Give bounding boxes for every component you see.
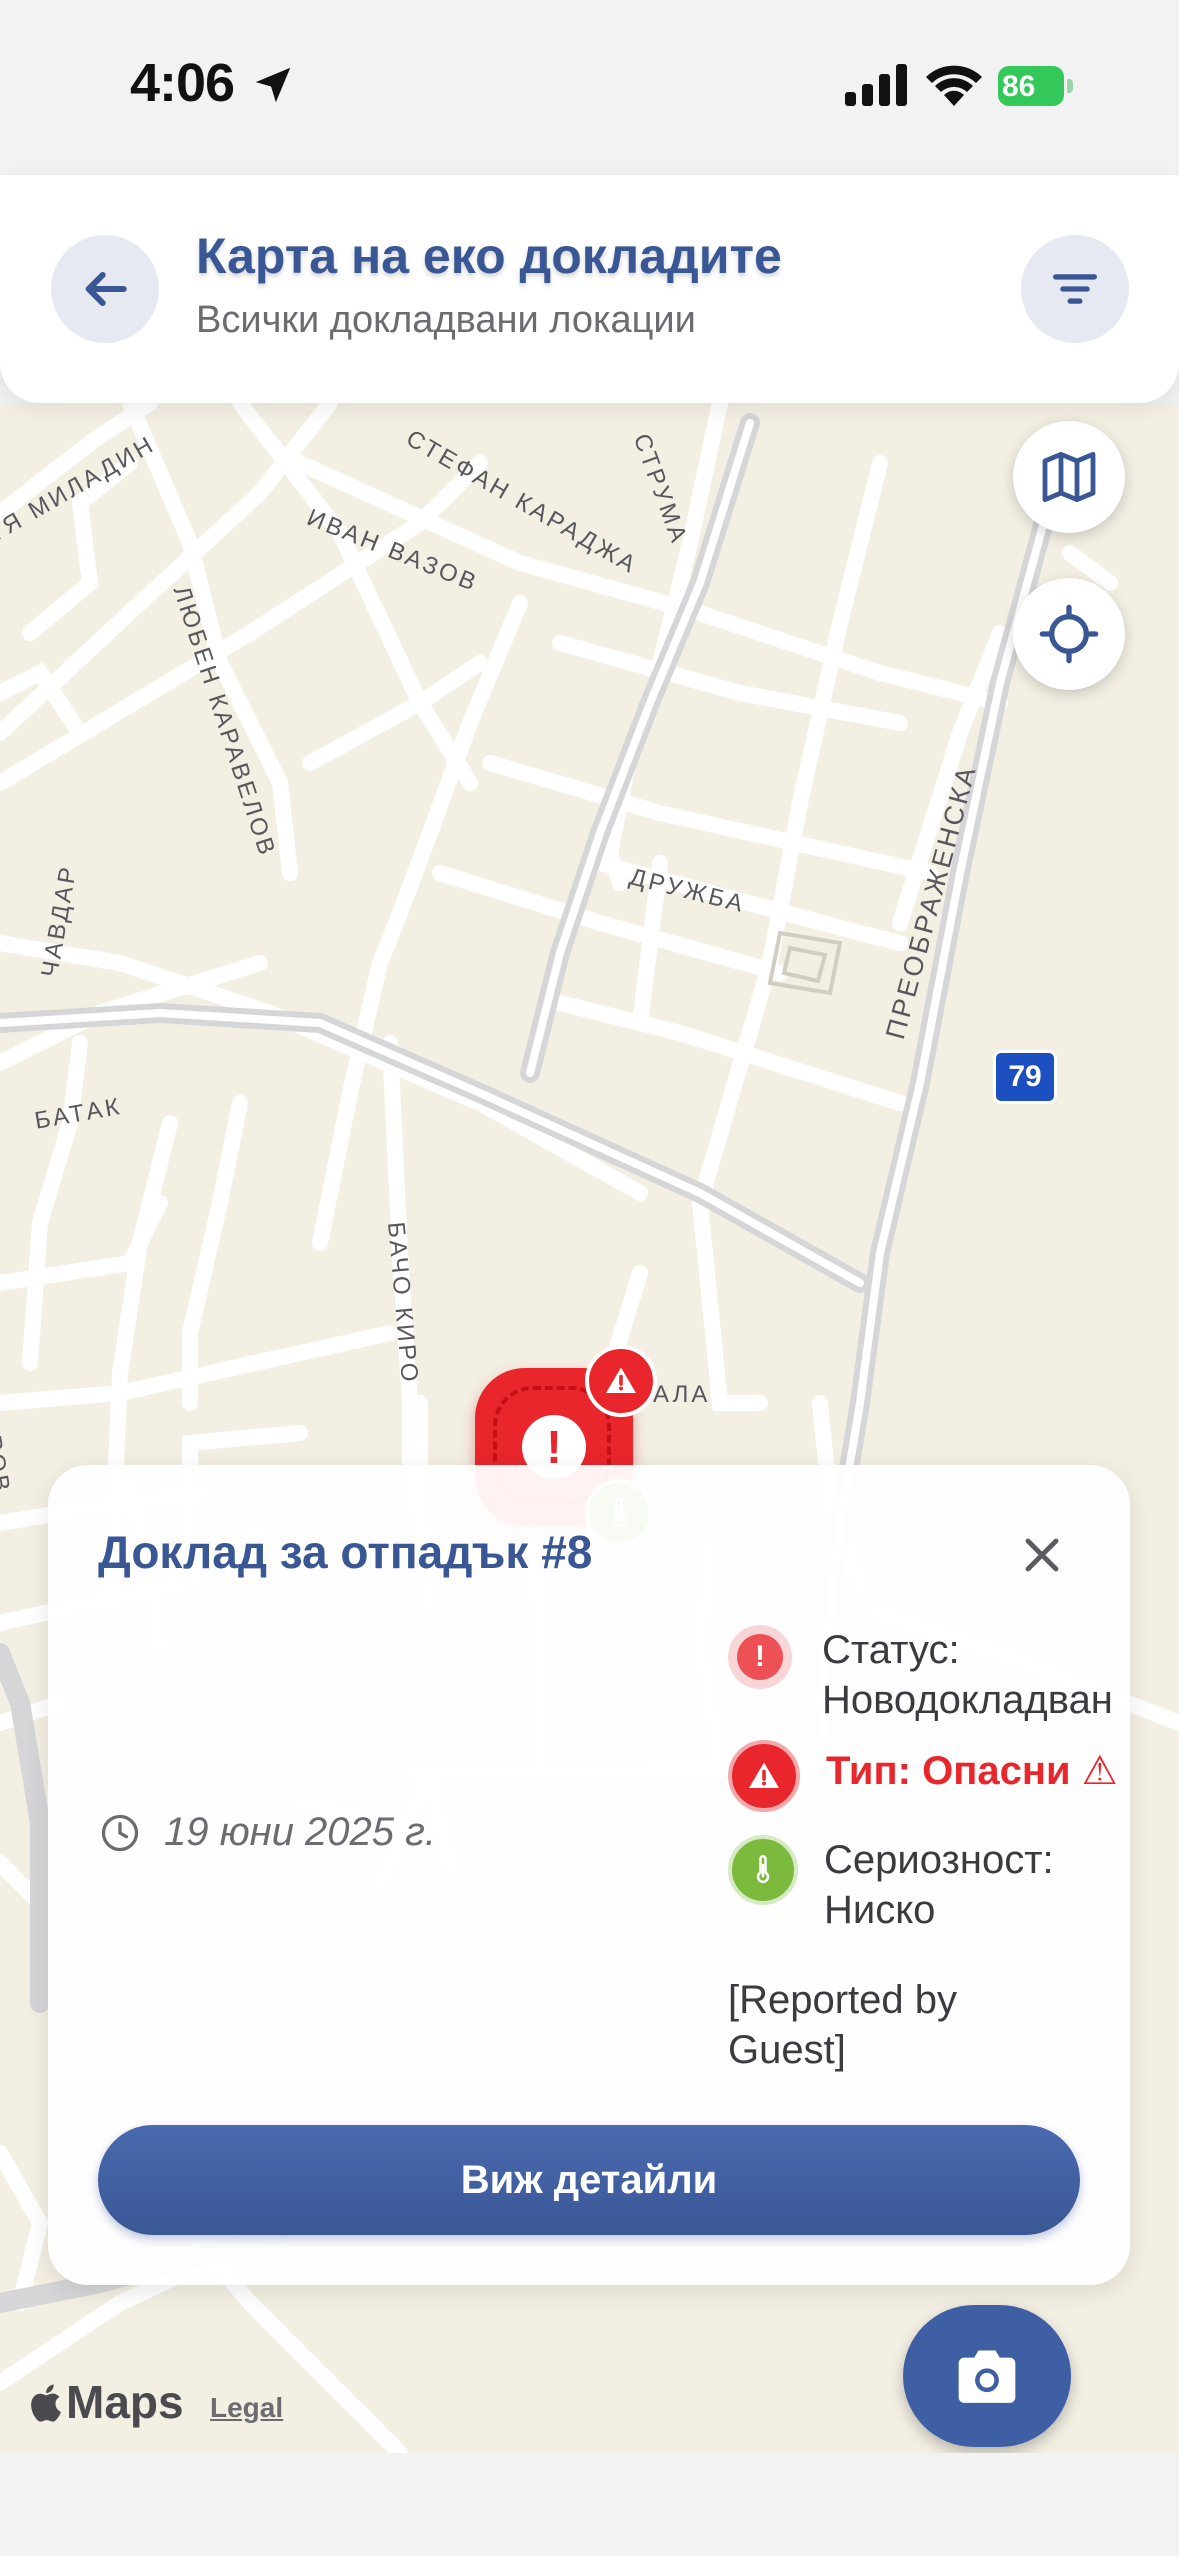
back-button[interactable] [51, 235, 159, 343]
report-detail-card: Доклад за отпадък #8 19 юни 2025 г. ! Ст… [48, 1465, 1130, 2285]
reported-by-text: [Reported by Guest] [728, 1978, 958, 2072]
home-indicator-area [0, 2453, 1179, 2556]
page-subtitle: Всички докладвани локации [196, 299, 696, 341]
warning-icon [606, 1367, 636, 1393]
wifi-icon [926, 65, 982, 106]
app-header: Карта на еко докладите Всички докладвани… [0, 175, 1179, 403]
map-layers-button[interactable] [1013, 421, 1125, 533]
close-card-button[interactable] [1012, 1525, 1072, 1585]
legal-link[interactable]: Legal [210, 2392, 283, 2424]
view-details-button[interactable]: Виж детайли [98, 2125, 1080, 2235]
page-title: Карта на еко докладите [196, 228, 782, 284]
exclamation-icon: ! [728, 1625, 792, 1689]
apple-maps-logo: Maps [30, 2375, 184, 2429]
locate-icon [1039, 604, 1099, 664]
maps-label: Maps [66, 2376, 184, 2428]
battery-level: 86 [1002, 70, 1036, 103]
location-arrow-icon [255, 67, 291, 103]
warning-icon [728, 1740, 800, 1812]
battery-indicator: 86 [998, 66, 1074, 106]
locate-me-button[interactable] [1013, 578, 1125, 690]
map-layers-icon [1042, 451, 1096, 503]
clock-icon [101, 1814, 139, 1851]
report-title: Доклад за отпадък #8 [98, 1526, 593, 1578]
apple-icon [31, 2384, 61, 2422]
close-icon [1025, 1538, 1059, 1572]
route-number-badge: 79 [993, 1050, 1057, 1104]
status-bar: 4:06 86 [0, 0, 1179, 175]
status-time: 4:06 [130, 53, 235, 113]
type-text: Тип: Опасни ⚠ [826, 1749, 1118, 1793]
back-arrow-icon [85, 271, 127, 307]
severity-text: Сериозност: Ниско [824, 1838, 1054, 1932]
type-row: Тип: Опасни ⚠ [728, 1740, 1118, 1812]
hazard-marker-badge[interactable] [585, 1345, 657, 1417]
status-text: Статус: Новодокладван [822, 1628, 1113, 1722]
filter-button[interactable] [1021, 235, 1129, 343]
signal-icon [845, 64, 907, 106]
report-date: 19 юни 2025 г. [98, 1810, 436, 1855]
camera-icon [958, 2350, 1016, 2403]
report-date-text: 19 юни 2025 г. [164, 1810, 436, 1854]
severity-row: Сериозност: Ниско [728, 1835, 1054, 1935]
filter-icon [1053, 274, 1097, 304]
thermometer-icon [728, 1835, 798, 1905]
camera-button[interactable] [903, 2305, 1071, 2447]
status-row: ! Статус: Новодокладван [728, 1625, 1113, 1725]
